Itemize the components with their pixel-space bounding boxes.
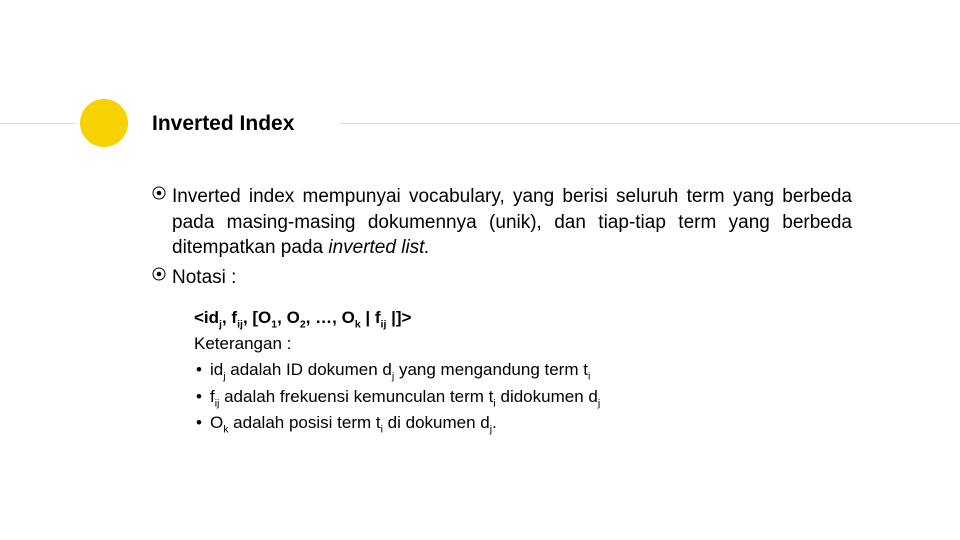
- bullet-text: Inverted index mempunyai vocabulary, yan…: [172, 184, 852, 261]
- keterangan-text: Ok adalah posisi term ti di dokumen dj.: [210, 410, 497, 436]
- divider-right: [340, 123, 960, 124]
- keterangan-text: idj adalah ID dokumen dj yang mengandung…: [210, 357, 590, 383]
- slide: Inverted Index Inverted index mempunyai …: [0, 0, 960, 540]
- bullet-text: Notasi :: [172, 265, 236, 291]
- bullet-item: Inverted index mempunyai vocabulary, yan…: [152, 184, 852, 261]
- divider-left: [0, 123, 75, 124]
- notation-block: <idj, fij, [O1, O2, …, Ok | fij |]> Kete…: [194, 305, 852, 437]
- bullet-dot-icon: •: [196, 357, 202, 383]
- target-bullet-icon: [152, 186, 166, 200]
- notation-formula: <idj, fij, [O1, O2, …, Ok | fij |]>: [194, 305, 852, 331]
- keterangan-label: Keterangan :: [194, 331, 852, 357]
- bullet-dot-icon: •: [196, 384, 202, 410]
- keterangan-item: • idj adalah ID dokumen dj yang mengandu…: [194, 357, 852, 383]
- keterangan-item: • fij adalah frekuensi kemunculan term t…: [194, 384, 852, 410]
- target-bullet-icon: [152, 267, 166, 281]
- keterangan-item: • Ok adalah posisi term ti di dokumen dj…: [194, 410, 852, 436]
- slide-title: Inverted Index: [152, 112, 294, 136]
- keterangan-text: fij adalah frekuensi kemunculan term ti …: [210, 384, 600, 410]
- accent-circle-icon: [80, 99, 128, 147]
- bullet-dot-icon: •: [196, 410, 202, 436]
- bullet-item: Notasi :: [152, 265, 852, 291]
- slide-body: Inverted index mempunyai vocabulary, yan…: [152, 184, 852, 436]
